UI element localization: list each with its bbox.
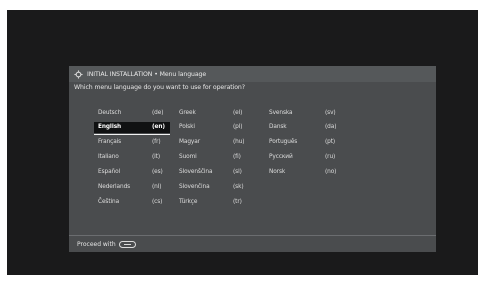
proceed-label: Proceed with (77, 240, 116, 248)
language-name: Deutsch (98, 110, 122, 116)
language-code: (cs) (152, 199, 163, 205)
language-option-greek[interactable]: Greek (el) (175, 108, 249, 119)
language-code: (sl) (233, 169, 242, 175)
language-code: (nl) (152, 184, 162, 190)
language-code: (da) (325, 124, 337, 130)
language-name: Nederlands (98, 184, 131, 190)
language-code: (sk) (233, 184, 244, 190)
language-name: Italiano (98, 154, 119, 160)
language-name: Magyar (179, 139, 200, 145)
language-code: (de) (152, 110, 164, 116)
language-option-polski[interactable]: Polski (pl) (175, 122, 249, 133)
language-code: (pl) (233, 124, 243, 130)
language-name: Dansk (269, 124, 287, 130)
language-code: (ru) (325, 154, 336, 160)
dialog-title: INITIAL INSTALLATION • Menu language (87, 70, 207, 78)
language-name: Español (98, 169, 121, 175)
language-name: Slovenščina (179, 169, 213, 175)
language-option-portugues[interactable]: Português (pt) (265, 137, 347, 148)
language-code: (fi) (233, 154, 241, 160)
language-name: Slovenčina (179, 184, 210, 190)
language-name: English (98, 124, 122, 130)
dialog-header: INITIAL INSTALLATION • Menu language (69, 66, 436, 82)
language-option-dansk[interactable]: Dansk (da) (265, 122, 347, 133)
language-code: (pt) (325, 139, 336, 145)
language-name: Čeština (98, 199, 120, 205)
language-code: (tr) (233, 199, 242, 205)
language-option-magyar[interactable]: Magyar (hu) (175, 137, 249, 148)
language-option-espanol[interactable]: Español (es) (94, 167, 170, 178)
language-code: (sv) (325, 110, 336, 116)
language-option-cestina[interactable]: Čeština (cs) (94, 197, 170, 208)
language-option-russkiy[interactable]: Русский (ru) (265, 152, 347, 163)
menu-language-dialog: INITIAL INSTALLATION • Menu language Whi… (69, 66, 436, 252)
language-name: Русский (269, 154, 293, 160)
language-option-svenska[interactable]: Svenska (sv) (265, 108, 347, 119)
language-code: (no) (325, 169, 337, 175)
ok-button-icon[interactable] (118, 240, 136, 248)
language-name: Norsk (269, 169, 286, 175)
language-name: Svenska (269, 110, 293, 116)
language-option-deutsch[interactable]: Deutsch (de) (94, 108, 170, 119)
language-name: Português (269, 139, 298, 145)
language-code: (es) (152, 169, 163, 175)
language-option-suomi[interactable]: Suomi (fi) (175, 152, 249, 163)
language-option-english[interactable]: English (en) (94, 122, 170, 135)
gear-icon (74, 69, 83, 79)
language-code: (en) (152, 124, 165, 130)
language-option-norsk[interactable]: Norsk (no) (265, 167, 347, 178)
language-code: (fr) (152, 139, 161, 145)
tv-screen: INITIAL INSTALLATION • Menu language Whi… (7, 10, 478, 275)
language-code: (hu) (233, 139, 245, 145)
dialog-footer: Proceed with (69, 235, 436, 252)
language-name: Greek (179, 110, 196, 116)
language-code: (el) (233, 110, 243, 116)
language-option-slovenscina[interactable]: Slovenščina (sl) (175, 167, 249, 178)
language-option-francais[interactable]: Français (fr) (94, 137, 170, 148)
language-option-nederlands[interactable]: Nederlands (nl) (94, 182, 170, 193)
language-name: Türkçe (179, 199, 198, 205)
language-name: Suomi (179, 154, 197, 160)
language-name: Français (98, 139, 122, 145)
question-text: Which menu language do you want to use f… (74, 84, 245, 91)
language-name: Polski (179, 124, 195, 130)
language-code: (it) (152, 154, 161, 160)
language-option-turkce[interactable]: Türkçe (tr) (175, 197, 249, 208)
language-option-italiano[interactable]: Italiano (it) (94, 152, 170, 163)
language-option-slovencina[interactable]: Slovenčina (sk) (175, 182, 249, 193)
